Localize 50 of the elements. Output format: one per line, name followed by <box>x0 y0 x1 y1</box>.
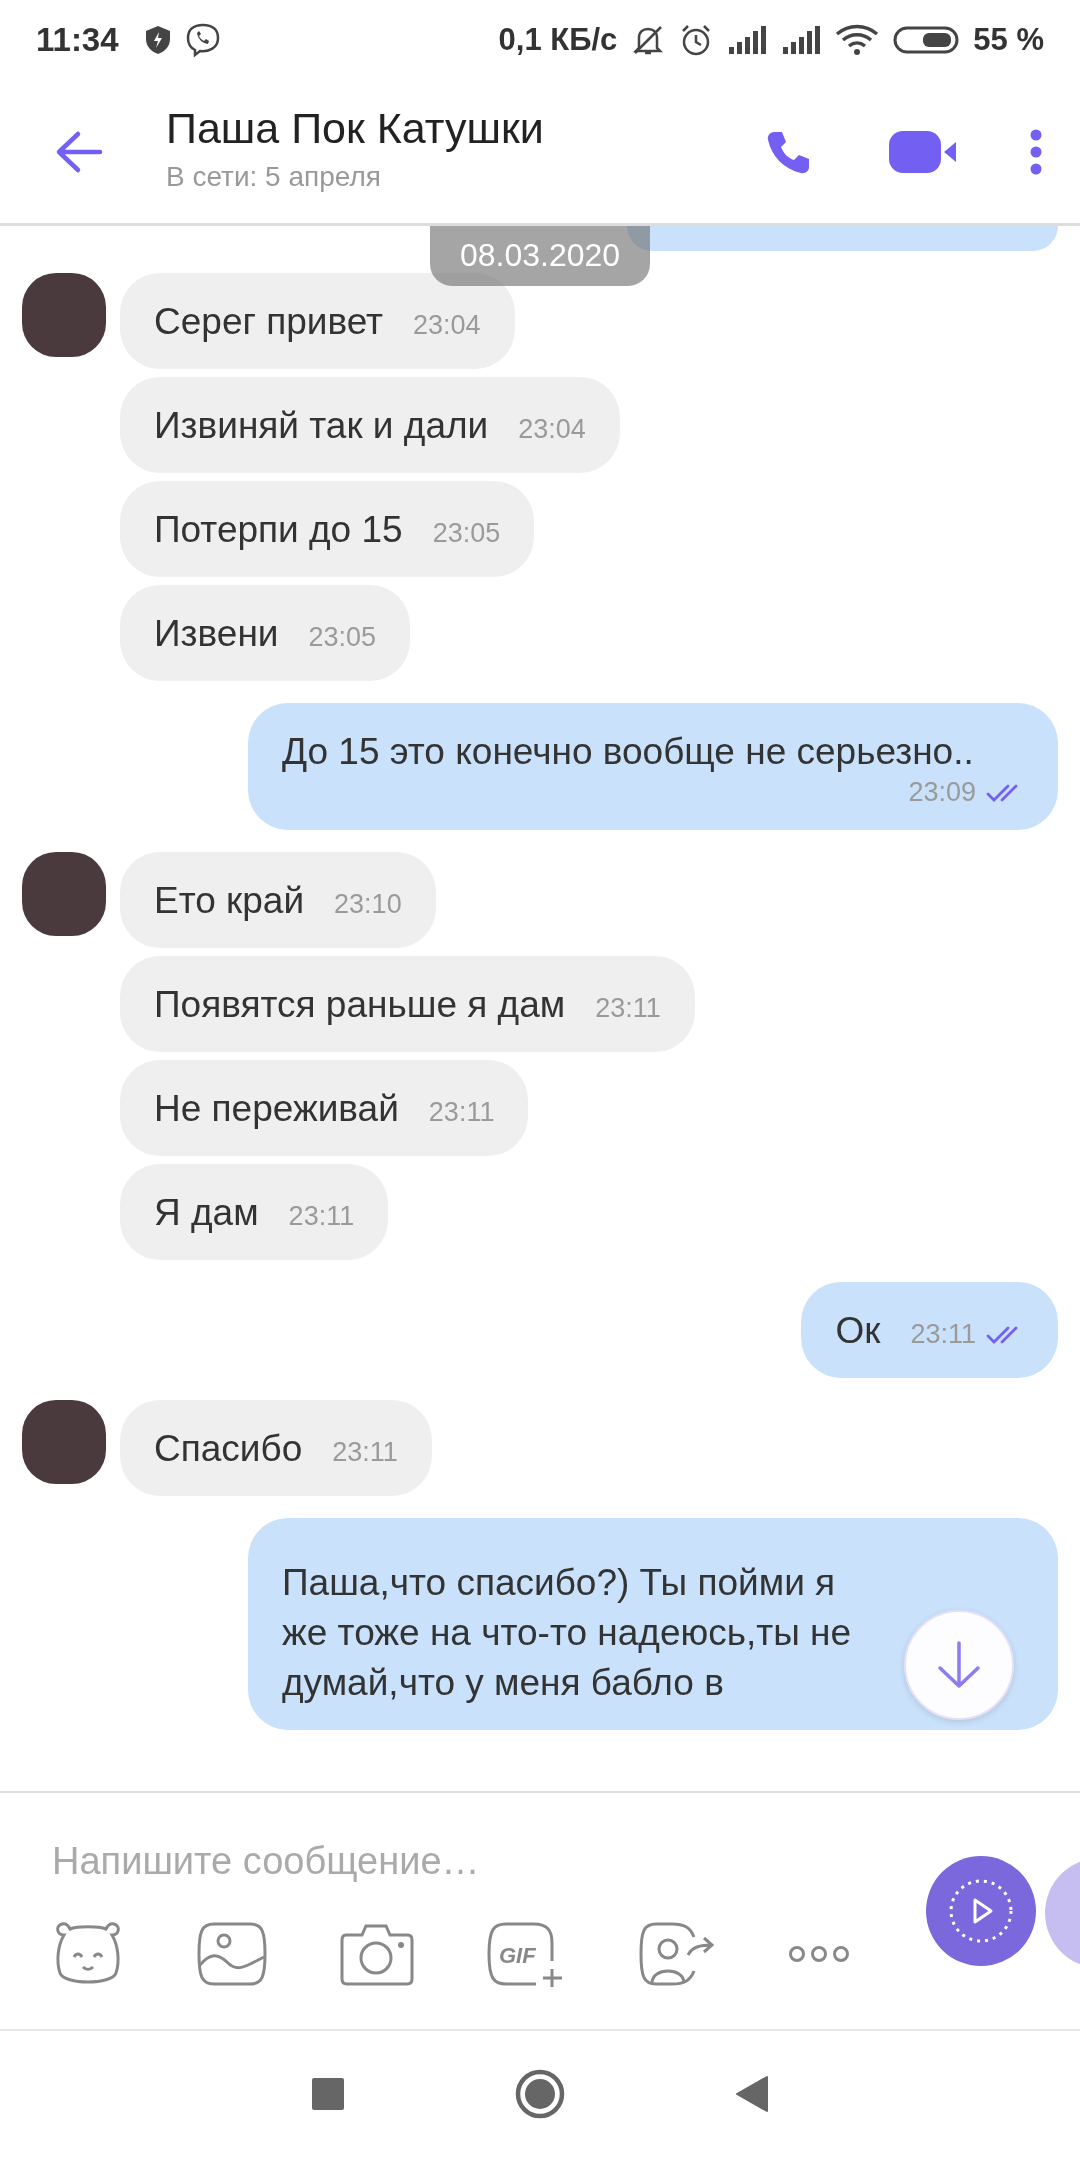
recent-apps-icon[interactable] <box>311 2076 345 2111</box>
message-time: 23:11 <box>595 993 661 1024</box>
message-text: Извиняй так и дали <box>154 404 489 448</box>
network-speed: 0,1 КБ/с <box>498 22 618 58</box>
down-arrow-icon <box>936 1640 982 1690</box>
battery-icon <box>893 25 960 55</box>
message-text: Я дам <box>154 1191 259 1235</box>
message-time: 23:04 <box>413 310 481 341</box>
chat-bubble-icon <box>184 22 221 58</box>
message-time: 23:04 <box>518 414 586 445</box>
more-icon[interactable] <box>788 1944 850 1964</box>
signal-icon <box>781 25 822 55</box>
back-arrow-icon[interactable] <box>54 129 104 174</box>
signal-icon <box>727 25 768 55</box>
last-seen-status: В сети: 5 апреля <box>166 161 382 193</box>
play-icon <box>948 1878 1014 1944</box>
message-text: Паша,что спасибо?) Ты пойми я же тоже на что-то надеюсь,ты не думай,что у меня бабло в <box>282 1561 853 1705</box>
message-text: Спасибо <box>154 1427 303 1471</box>
back-icon[interactable] <box>735 2074 769 2113</box>
message-time: 23:09 <box>908 777 976 808</box>
avatar-photo-placeholder[interactable] <box>22 273 106 357</box>
video-camera-icon[interactable] <box>888 128 958 175</box>
message-text: Серег привет <box>154 300 384 344</box>
shield-icon <box>144 25 171 55</box>
message-time: 23:05 <box>432 518 501 549</box>
message-text: Ето край <box>154 879 305 923</box>
share-contact-icon[interactable] <box>638 1921 716 1987</box>
wifi-icon <box>835 24 880 56</box>
home-icon[interactable] <box>515 2068 565 2119</box>
status-time: 11:34 <box>36 21 119 59</box>
image-icon[interactable] <box>196 1921 268 1987</box>
message-time: 23:10 <box>334 889 402 920</box>
message-text: Появятся раньше я дам <box>154 983 566 1027</box>
date-chip: 08.03.2020 <box>430 226 650 286</box>
battery-percent: 55 % <box>973 22 1044 58</box>
message-time: 23:11 <box>288 1201 355 1232</box>
avatar-photo-placeholder[interactable] <box>22 852 106 936</box>
message-time: 23:11 <box>428 1097 495 1128</box>
message-text: Извени <box>154 612 279 656</box>
message-time: 23:11 <box>332 1437 398 1468</box>
contact-name: Паша Пок Катушки <box>166 104 545 153</box>
message-text: Ок <box>835 1309 881 1353</box>
menu-icon[interactable] <box>1028 127 1044 176</box>
message-input[interactable]: Напишите сообщение… <box>52 1831 652 1891</box>
message-time: 23:11 <box>910 1319 976 1350</box>
avatar-photo-placeholder[interactable] <box>22 1400 106 1484</box>
message-time: 23:05 <box>308 622 377 653</box>
message-text: До 15 это конечно вообще не серьезно.. <box>282 730 974 774</box>
message-text: Не переживай <box>154 1087 399 1131</box>
message-text: Потерпи до 15 <box>154 508 403 552</box>
